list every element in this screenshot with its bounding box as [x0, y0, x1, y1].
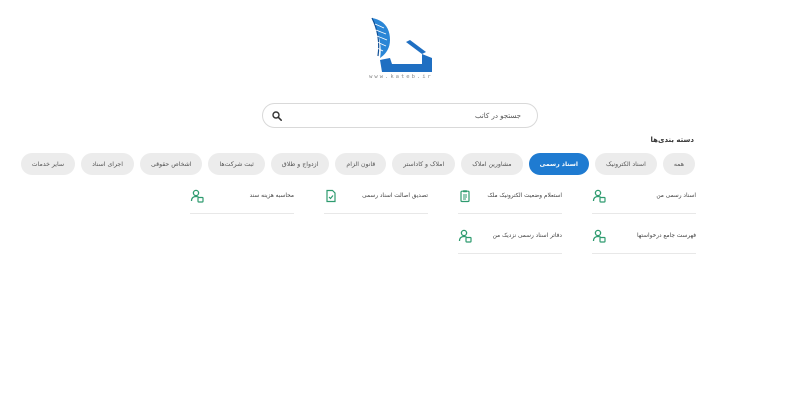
category-chip-legal-entities[interactable]: اشخاص حقوقی: [139, 153, 203, 175]
category-chip-other-services[interactable]: سایر خدمات: [20, 153, 76, 175]
service-label: اسناد رسمی من: [656, 192, 696, 199]
category-chip-property-cadastre[interactable]: املاک و کاداستر: [392, 153, 456, 175]
service-label: فهرست جامع درخواستها: [636, 232, 696, 239]
user-document-icon: [190, 189, 204, 203]
category-chip-electronic-documents[interactable]: اسناد الکترونیک: [595, 153, 657, 175]
categories-title: دسته بندی‌ها: [650, 136, 694, 144]
service-label: تصدیق اصالت اسناد رسمی: [362, 192, 428, 199]
category-chip-marriage-divorce[interactable]: ازدواج و طلاق: [270, 153, 330, 175]
search-icon[interactable]: [271, 110, 283, 122]
category-chip-all[interactable]: همه: [662, 153, 695, 175]
service-card[interactable]: استعلام وضعیت الکترونیک ملک: [458, 178, 562, 214]
user-document-icon: [592, 189, 606, 203]
category-tabs: همه اسناد الکترونیک اسناد رسمی مشاورین ا…: [20, 153, 695, 175]
service-label: دفاتر اسناد رسمی نزدیک من: [492, 232, 562, 239]
user-document-icon: [458, 229, 472, 243]
search-input[interactable]: [283, 111, 529, 120]
service-card[interactable]: دفاتر اسناد رسمی نزدیک من: [458, 218, 562, 254]
service-card[interactable]: محاسبه هزینه سند: [190, 178, 294, 214]
service-card[interactable]: فهرست جامع درخواستها: [592, 218, 696, 254]
logo-url-text: www.kateb.ir: [369, 74, 433, 80]
category-chip-document-execution[interactable]: اجرای اسناد: [81, 153, 134, 175]
category-chip-official-documents[interactable]: اسناد رسمی: [528, 153, 590, 175]
clipboard-icon: [458, 189, 472, 203]
category-chip-obligation-law[interactable]: قانون الزام: [335, 153, 387, 175]
service-card[interactable]: تصدیق اصالت اسناد رسمی: [324, 178, 428, 214]
user-document-icon: [592, 229, 606, 243]
service-label: استعلام وضعیت الکترونیک ملک: [487, 192, 562, 199]
service-card[interactable]: اسناد رسمی من: [592, 178, 696, 214]
search-box[interactable]: [262, 103, 538, 128]
category-chip-real-estate-agents[interactable]: مشاورین املاک: [461, 153, 523, 175]
category-chip-company-registration[interactable]: ثبت شرکت‌ها: [208, 153, 265, 175]
verified-document-icon: [324, 189, 338, 203]
service-label: محاسبه هزینه سند: [249, 192, 294, 199]
